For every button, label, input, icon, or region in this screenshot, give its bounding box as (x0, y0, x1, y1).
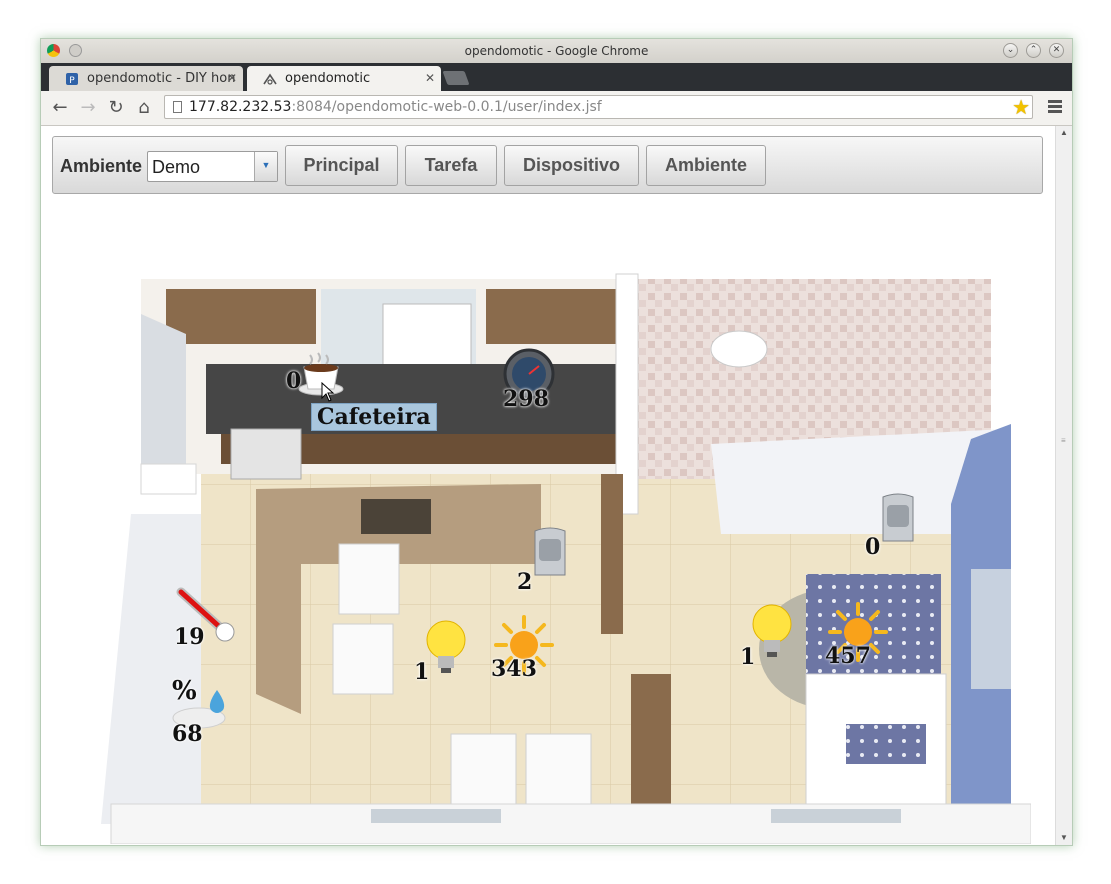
scroll-down-arrow-icon[interactable]: ▼ (1056, 831, 1072, 845)
site-favicon-icon: P (66, 73, 78, 86)
chrome-menu-icon[interactable] (1048, 100, 1062, 115)
vertical-scrollbar[interactable]: ▲ ≡ ▼ (1055, 126, 1072, 845)
dispositivo-button[interactable]: Dispositivo (504, 145, 639, 186)
lamp-bedroom-value: 1 (740, 644, 756, 670)
sun-living-value: 343 (491, 656, 537, 682)
page-icon (173, 101, 182, 113)
forward-arrow-icon[interactable]: → (77, 97, 99, 119)
window-title: opendomotic - Google Chrome (464, 44, 649, 58)
tab-opendomotic[interactable]: opendomotic ✕ (247, 66, 441, 91)
thermometer-value: 19 (174, 624, 205, 650)
light-bulb-icon[interactable] (425, 618, 467, 678)
reload-icon[interactable]: ↻ (105, 97, 127, 119)
tab-label: opendomotic (285, 71, 371, 86)
humidity-value: 68 (172, 721, 203, 747)
address-bar[interactable]: 177.82.232.53:8084/opendomotic-web-0.0.1… (164, 95, 1033, 119)
cafeteira-tooltip: Cafeteira (311, 403, 437, 431)
scroll-up-arrow-icon[interactable]: ▲ (1056, 126, 1072, 140)
tab-close-icon[interactable]: ✕ (425, 66, 435, 91)
ambiente-button[interactable]: Ambiente (646, 145, 766, 186)
motion-sensor-icon[interactable] (877, 491, 919, 547)
back-arrow-icon[interactable]: ← (49, 97, 71, 119)
light-bulb-icon[interactable] (751, 602, 793, 662)
coffee-value: 0 (286, 368, 302, 394)
tarefa-button[interactable]: Tarefa (405, 145, 497, 186)
sensor-bedroom-value: 0 (865, 534, 881, 560)
ambiente-label: Ambiente (60, 156, 143, 176)
home-icon[interactable]: ⌂ (133, 97, 155, 119)
close-button[interactable]: ✕ (1049, 43, 1064, 58)
bookmark-star-icon[interactable]: ★ (1012, 95, 1030, 120)
dropdown-arrow-icon[interactable]: ▼ (254, 152, 277, 181)
motion-sensor-icon[interactable] (529, 525, 571, 581)
lamp-living-value: 1 (414, 659, 430, 685)
browser-toolbar: ← → ↻ ⌂ 177.82.232.53:8084/opendomotic-w… (41, 91, 1072, 126)
ambiente-select[interactable]: Demo ▼ (147, 151, 278, 182)
ambiente-value: Demo (152, 157, 201, 177)
tab-close-icon[interactable]: ✕ (227, 66, 237, 91)
new-tab-button[interactable] (442, 71, 470, 85)
svg-text:P: P (69, 76, 75, 86)
url-text: 177.82.232.53:8084/opendomotic-web-0.0.1… (189, 99, 602, 115)
scroll-grip-icon[interactable]: ≡ (1061, 436, 1067, 445)
tab-strip: P opendomotic - DIY hon ✕ opendomotic ✕ (41, 63, 1072, 91)
gauge-value: 298 (503, 386, 549, 412)
title-bar: opendomotic - Google Chrome ⌄ ⌃ ✕ (41, 39, 1072, 63)
sensor-kitchen-value: 2 (517, 569, 533, 595)
maximize-button[interactable]: ⌃ (1026, 43, 1041, 58)
sun-bedroom-value: 457 (825, 643, 871, 669)
mouse-pointer-icon (321, 382, 335, 402)
principal-button[interactable]: Principal (285, 145, 398, 186)
browser-window: opendomotic - Google Chrome ⌄ ⌃ ✕ P open… (40, 38, 1073, 846)
tab-opendomotic-diy[interactable]: P opendomotic - DIY hon ✕ (49, 66, 243, 91)
page-content: Ambiente Demo ▼ Principal Tarefa Disposi… (41, 126, 1055, 845)
tab-label: opendomotic - DIY hon (87, 71, 236, 86)
opendomotic-favicon-icon (263, 73, 277, 85)
toolbar-panel: Ambiente Demo ▼ Principal Tarefa Disposi… (52, 136, 1043, 194)
minimize-button[interactable]: ⌄ (1003, 43, 1018, 58)
